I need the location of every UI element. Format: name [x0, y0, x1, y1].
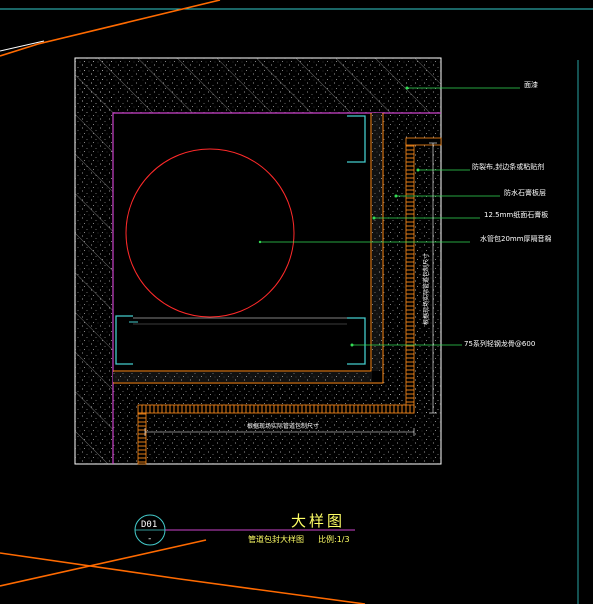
orange-construction-line-top: [0, 0, 221, 57]
detail-scale: 比例:1/3: [318, 534, 350, 544]
insulation-corner-v-stripes: [138, 413, 146, 464]
callout-paint: 面漆: [524, 80, 538, 89]
insulation-vertical-stripes: [406, 143, 414, 413]
hatch-top: [75, 58, 441, 113]
detail-subtitle: 管道包封大样图: [248, 534, 304, 544]
callout-sound-insulation: 水管包20mm厚隔音棉: [480, 234, 552, 243]
hatch-left: [75, 113, 113, 464]
detail-tag-sheet: -: [147, 534, 152, 544]
callout-waterproof-board: 防水石膏板层: [504, 188, 546, 197]
insulation-top-cap: [405, 137, 442, 146]
detail-title: 大样图: [291, 512, 345, 530]
insulation-horizontal-stripes: [138, 405, 414, 413]
cad-drawing-canvas: 面漆 防裂布,封边条或粘贴剂 防水石膏板层 12.5mm纸面石膏板 水管包20m…: [0, 0, 593, 604]
callout-crack-cloth: 防裂布,封边条或粘贴剂: [472, 162, 544, 171]
dimension-label-vertical: 根据现场实际管道包制尺寸: [422, 253, 430, 325]
board-fill-h: [113, 372, 372, 382]
orange-construction-line-bottom: [0, 552, 366, 604]
dimension-label-horizontal: 根据现场实际管道包制尺寸: [247, 422, 319, 430]
callout-steel-keel: 75系列轻钢龙骨@600: [464, 339, 535, 348]
callout-gypsum-board: 12.5mm纸面石膏板: [484, 210, 548, 219]
detail-tag-number: D01: [141, 520, 157, 530]
